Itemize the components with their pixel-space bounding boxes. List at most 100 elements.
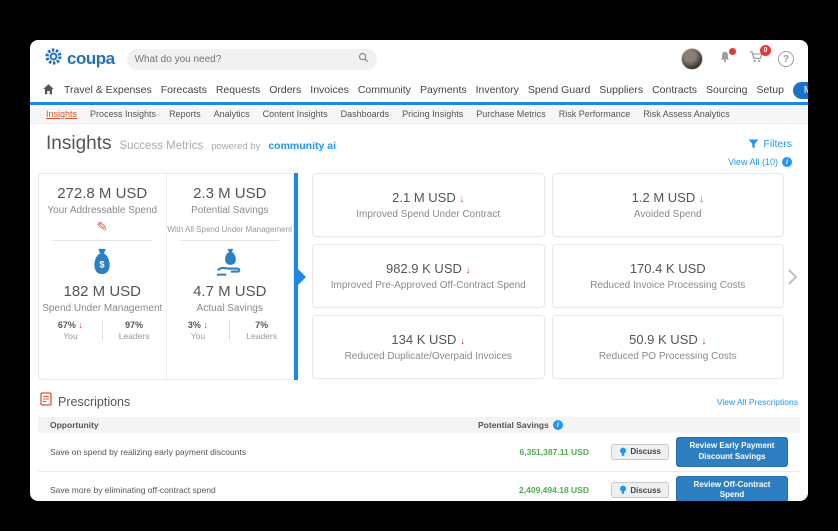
benchmark-you: 67% ↓ You <box>39 320 103 341</box>
nav-more-button[interactable]: More... <box>792 81 808 99</box>
nav-item-community[interactable]: Community <box>358 84 411 96</box>
down-arrow-icon: ↓ <box>701 336 707 347</box>
nav-item-payments[interactable]: Payments <box>420 84 467 96</box>
prescriptions-table: Opportunity Potential Savings i Save on … <box>38 417 800 501</box>
nav-item-spend-guard[interactable]: Spend Guard <box>528 84 590 96</box>
subnav-item-purchase-metrics[interactable]: Purchase Metrics <box>476 109 546 119</box>
filters-button[interactable]: Filters <box>748 138 792 150</box>
subnav-item-content-insights[interactable]: Content Insights <box>263 109 328 119</box>
benchmark-leaders: 97% Leaders <box>118 320 150 341</box>
potential-savings-value: 2.3 M USD <box>193 185 267 202</box>
summary-col-savings: 2.3 M USD Potential Savings With All Spe… <box>167 174 294 379</box>
info-icon[interactable]: i <box>782 157 792 167</box>
search-icon[interactable] <box>358 50 369 68</box>
down-arrow-icon: ↓ <box>459 194 465 205</box>
user-avatar[interactable] <box>681 48 703 70</box>
metric-card-po-processing-costs[interactable]: 50.9 K USD ↓ Reduced PO Processing Costs <box>551 315 784 379</box>
nav-item-orders[interactable]: Orders <box>269 84 301 96</box>
metric-cards-grid: 2.1 M USD ↓ Improved Spend Under Contrac… <box>312 173 784 380</box>
powered-by-label: powered by <box>211 141 261 152</box>
metric-card-duplicate-overpaid-invoices[interactable]: 134 K USD ↓ Reduced Duplicate/Overpaid I… <box>312 315 545 379</box>
svg-text:$: $ <box>100 260 106 270</box>
coupa-gear-icon <box>44 47 63 71</box>
carousel-divider <box>294 173 306 380</box>
community-ai-link[interactable]: community ai <box>268 140 336 152</box>
actual-savings-value: 4.7 M USD <box>193 283 267 300</box>
review-early-payment-discount-savings-button[interactable]: Review Early Payment Discount Savings <box>676 437 788 467</box>
page-title: Insights <box>46 133 112 154</box>
subnav-item-dashboards[interactable]: Dashboards <box>341 109 390 119</box>
view-all-prescriptions-link[interactable]: View All Prescriptions <box>717 397 798 407</box>
app-window: coupa What do you need? 0 ? Travel & Exp… <box>30 40 808 501</box>
nav-item-forecasts[interactable]: Forecasts <box>161 84 207 96</box>
carousel-arrow-icon <box>298 268 306 285</box>
nav-item-sourcing[interactable]: Sourcing <box>706 84 747 96</box>
metric-card-improved-spend-under-contract[interactable]: 2.1 M USD ↓ Improved Spend Under Contrac… <box>312 173 545 237</box>
table-row: Save on spend by realizing early payment… <box>38 433 800 472</box>
summary-col-addressable-spend: 272.8 M USD Your Addressable Spend ✎ $ 1… <box>39 174 167 379</box>
discuss-button[interactable]: Discuss <box>611 482 669 499</box>
subnav-item-risk-assess-analytics[interactable]: Risk Assess Analytics <box>643 109 730 119</box>
potential-savings-column-header: Potential Savings i <box>478 420 603 430</box>
prescriptions-title: Prescriptions <box>58 394 131 409</box>
lightbulb-icon <box>620 485 627 495</box>
subnav-item-process-insights[interactable]: Process Insights <box>90 109 156 119</box>
filter-funnel-icon <box>748 139 759 149</box>
nav-item-suppliers[interactable]: Suppliers <box>599 84 643 96</box>
notification-dot <box>729 48 736 55</box>
logo-text: coupa <box>67 49 115 68</box>
opportunity-text: Save on spend by realizing early payment… <box>50 446 247 457</box>
table-row: Save more by eliminating off-contract sp… <box>38 472 800 501</box>
help-button[interactable]: ? <box>778 51 794 67</box>
metric-card-pre-approved-off-contract[interactable]: 982.9 K USD ↓ Improved Pre-Approved Off-… <box>312 244 545 308</box>
down-arrow-icon: ↓ <box>465 265 471 276</box>
nav-item-requests[interactable]: Requests <box>216 84 260 96</box>
actual-savings-label: Actual Savings <box>196 303 263 314</box>
down-arrow-icon: ↓ <box>698 194 704 205</box>
info-icon[interactable]: i <box>552 420 563 430</box>
money-bag-icon: $ <box>39 241 166 277</box>
addressable-spend-label: Your Addressable Spend <box>47 205 158 216</box>
search-input[interactable] <box>134 53 358 65</box>
coupa-logo[interactable]: coupa <box>44 47 115 71</box>
benchmark-you: 3% ↓ You <box>167 320 231 341</box>
cart-badge: 0 <box>760 45 771 56</box>
metric-card-avoided-spend[interactable]: 1.2 M USD ↓ Avoided Spend <box>551 173 784 237</box>
subnav-item-risk-performance[interactable]: Risk Performance <box>559 109 631 119</box>
prescriptions-table-header: Opportunity Potential Savings i <box>38 417 800 433</box>
subnav-item-reports[interactable]: Reports <box>169 109 201 119</box>
addressable-spend-value: 272.8 M USD <box>57 185 148 202</box>
nav-item-travel-expenses[interactable]: Travel & Expenses <box>64 84 152 96</box>
nav-item-inventory[interactable]: Inventory <box>476 84 519 96</box>
home-button[interactable] <box>42 83 55 98</box>
spend-under-mgmt-value: 182 M USD <box>63 283 142 300</box>
metric-card-invoice-processing-costs[interactable]: 170.4 K USD Reduced Invoice Processing C… <box>551 244 784 308</box>
success-metrics-summary-card: 272.8 M USD Your Addressable Spend ✎ $ 1… <box>38 173 294 380</box>
subnav-item-pricing-insights[interactable]: Pricing Insights <box>402 109 463 119</box>
main-nav: Travel & Expenses Forecasts Requests Ord… <box>30 78 808 105</box>
edit-pencil-icon[interactable]: ✎ <box>97 219 108 235</box>
page-subtitle: Success Metrics <box>119 140 204 152</box>
subnav-item-insights[interactable]: Insights <box>46 109 77 119</box>
benchmark-leaders: 7% Leaders <box>246 320 277 341</box>
metrics-content: 272.8 M USD Your Addressable Spend ✎ $ 1… <box>38 173 800 380</box>
prescriptions-header: Prescriptions View All Prescriptions <box>40 392 798 411</box>
savings-amount: 6,351,387.11 USD <box>519 446 589 457</box>
prescription-icon <box>40 392 52 411</box>
nav-item-setup[interactable]: Setup <box>756 84 783 96</box>
discuss-button[interactable]: Discuss <box>611 443 669 460</box>
header-actions: 0 ? <box>681 45 794 70</box>
down-arrow-icon: ↓ <box>203 320 208 330</box>
nav-item-invoices[interactable]: Invoices <box>310 84 349 96</box>
carousel-next-button[interactable] <box>784 173 800 380</box>
cart-button[interactable]: 0 <box>747 45 771 68</box>
view-all-link[interactable]: View All (10) <box>728 157 778 167</box>
nav-item-contracts[interactable]: Contracts <box>652 84 697 96</box>
review-off-contract-spend-button[interactable]: Review Off-Contract Spend <box>676 475 788 501</box>
notifications-button[interactable] <box>716 48 736 68</box>
benchmark-row: 67% ↓ You 97% Leaders <box>39 320 166 341</box>
global-search[interactable] <box>126 48 377 70</box>
subnav-item-analytics[interactable]: Analytics <box>214 109 250 119</box>
savings-amount: 2,409,494.18 USD <box>519 485 589 496</box>
chevron-right-icon <box>787 268 797 285</box>
